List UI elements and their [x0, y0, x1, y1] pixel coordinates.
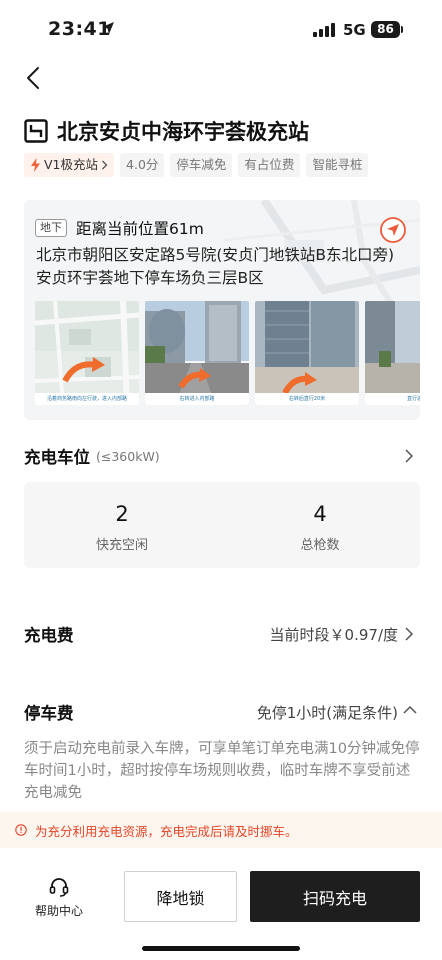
stat-total-guns: 4 总枪数: [250, 502, 390, 553]
charging-fee-value: 当前时段￥0.97/度: [269, 625, 398, 644]
guide-caption-2: 右转进入内部路: [145, 393, 249, 405]
status-bar: 23:41 5G 86: [0, 0, 442, 58]
chevron-right-icon: [405, 627, 414, 641]
station-tags: V1极充站 4.0分 停车减免 有占位费 智能寻桩: [24, 153, 369, 177]
parking-fee-value: 免停1小时(满足条件): [256, 703, 398, 722]
scan-charge-button[interactable]: 扫码充电: [250, 871, 420, 922]
tag-parking-discount: 停车减免: [170, 153, 233, 177]
level-tag: 地下: [35, 219, 67, 237]
notice-text: 为充分利用充电资源，充电完成后请及时挪车。: [35, 823, 298, 839]
battery-cap: [401, 26, 403, 33]
battery-icon: 86: [371, 21, 400, 38]
signal-icon: [313, 23, 337, 37]
tag-rating: 4.0分: [120, 153, 165, 177]
help-center-button[interactable]: 帮助中心: [28, 876, 90, 922]
navigation-button[interactable]: [379, 216, 407, 244]
guide-image-4[interactable]: 直行进入: [365, 301, 420, 405]
guide-building-photo: [255, 301, 359, 405]
guide-entrance-photo: [365, 301, 420, 405]
location-arrow-icon: [102, 22, 114, 34]
warning-circle-icon: [15, 824, 27, 836]
tag-v1-station[interactable]: V1极充站: [24, 153, 115, 177]
distance-text: 距离当前位置61m: [76, 220, 204, 238]
charging-stats-card: 2 快充空闲 4 总枪数: [24, 482, 420, 568]
charging-fee-title: 充电费: [24, 626, 74, 645]
stat-total-guns-label: 总枪数: [300, 538, 340, 553]
tag-occupancy-fee: 有占位费: [238, 153, 301, 177]
station-title: 北京安贞中海环宇荟极充站: [57, 120, 309, 144]
charging-fee-row[interactable]: 充电费 当前时段￥0.97/度: [24, 622, 420, 646]
parking-fee-title: 停车费: [24, 704, 74, 723]
guide-image-row[interactable]: 沿着商务路南向左行驶，进入内部路 右转进入内部路 右转后直行20米 直行进: [35, 301, 420, 405]
network-label: 5G: [343, 21, 366, 39]
charging-spots-power: (≤360kW): [96, 448, 160, 464]
chevron-right-icon: [405, 449, 414, 463]
guide-map-illustration: [35, 301, 139, 405]
guide-image-3[interactable]: 右转后直行20米: [255, 301, 359, 405]
stat-fast-idle-label: 快充空闲: [95, 538, 148, 553]
guide-image-2[interactable]: 右转进入内部路: [145, 301, 249, 405]
guide-image-1[interactable]: 沿着商务路南向左行驶，进入内部路: [35, 301, 139, 405]
stat-total-guns-value: 4: [313, 502, 327, 526]
parking-fee-row[interactable]: 停车费 免停1小时(满足条件): [24, 700, 420, 724]
tag-v1-label: V1极充站: [44, 157, 99, 172]
home-indicator: [142, 946, 300, 951]
lightning-icon: [31, 158, 40, 172]
back-button[interactable]: [22, 64, 46, 92]
guide-caption-4: 直行进入: [365, 393, 420, 405]
guide-caption-3: 右转后直行20米: [255, 393, 359, 405]
charging-spots-title: 充电车位: [24, 448, 90, 467]
headset-icon: [49, 878, 69, 897]
notice-banner: 为充分利用充电资源，充电完成后请及时挪车。: [0, 812, 442, 848]
guide-street-photo: [145, 301, 249, 405]
lower-lock-button[interactable]: 降地锁: [124, 871, 237, 922]
chevron-right-icon: [102, 160, 108, 170]
parking-fee-description: 须于启动充电前录入车牌，可享单笔订单充电满10分钟减免停车时间1小时，超时按停车…: [24, 741, 420, 801]
guide-caption-1: 沿着商务路南向左行驶，进入内部路: [35, 393, 139, 405]
help-center-label: 帮助中心: [34, 904, 83, 918]
stat-fast-idle-value: 2: [115, 502, 129, 526]
stat-fast-idle: 2 快充空闲: [52, 502, 192, 553]
address-text: 北京市朝阳区安定路5号院(安贞门地铁站B东北口旁)安贞环宇荟地下停车场负三层B区: [36, 246, 395, 287]
station-brand-icon: [24, 119, 48, 143]
location-card: 地下 距离当前位置61m 北京市朝阳区安定路5号院(安贞门地铁站B东北口旁)安贞…: [24, 200, 420, 420]
chevron-up-icon: [403, 705, 417, 714]
tag-smart-finder: 智能寻桩: [306, 153, 369, 177]
charging-spots-row[interactable]: 充电车位 (≤360kW): [24, 444, 420, 468]
